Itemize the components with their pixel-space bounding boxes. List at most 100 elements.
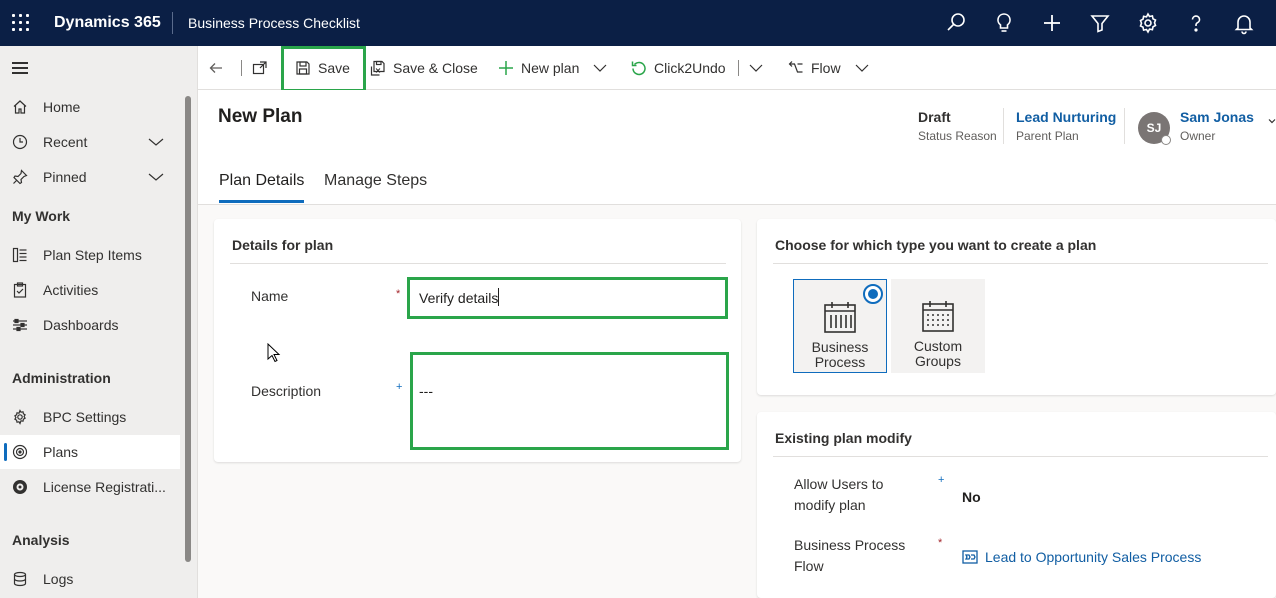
sidebar-item-recent[interactable]: Recent (0, 125, 180, 159)
active-tab-indicator (219, 200, 304, 203)
back-arrow-icon (209, 63, 222, 73)
section-title: Details for plan (232, 237, 334, 253)
selected-radio-icon[interactable] (863, 284, 883, 304)
site-map-sidebar: Home Recent Pinned My Work Plan Step Ite… (0, 46, 198, 598)
required-indicator: * (938, 537, 943, 549)
divider (738, 60, 739, 76)
sidebar-item-label: BPC Settings (43, 409, 127, 425)
sidebar-item-label: Home (43, 99, 81, 115)
new-plan-dropdown-button[interactable] (592, 56, 615, 80)
process-flow-icon (962, 549, 978, 565)
parent-plan-label: Parent Plan (1016, 129, 1079, 143)
recommended-indicator: + (396, 381, 403, 393)
sidebar-item-logs[interactable]: Logs (0, 562, 180, 596)
bell-icon[interactable] (1232, 11, 1256, 35)
chevron-down-icon (593, 64, 607, 72)
click2undo-dropdown-button[interactable] (748, 56, 771, 80)
custom-groups-option[interactable]: Custom Groups (891, 279, 985, 373)
section-title: Existing plan modify (775, 430, 912, 446)
tab-manage-steps[interactable]: Manage Steps (324, 172, 427, 190)
description-highlight-box (410, 352, 729, 450)
sidebar-item-pinned[interactable]: Pinned (0, 160, 180, 194)
sidebar-scrollbar[interactable] (185, 96, 191, 562)
clock-icon (12, 134, 28, 150)
app-launcher-icon[interactable] (12, 14, 30, 32)
allow-users-modify-value[interactable]: No (962, 489, 981, 505)
plus-icon[interactable] (1040, 11, 1064, 35)
form-header: New Plan Draft Status Reason Lead Nurtur… (198, 90, 1276, 205)
new-plan-button[interactable]: New plan (498, 56, 579, 80)
divider (773, 456, 1268, 457)
sidebar-item-dashboards[interactable]: Dashboards (0, 308, 180, 342)
header-expand-chevron-icon[interactable] (1268, 112, 1276, 124)
sidebar-item-license-registration[interactable]: License Registrati... (0, 470, 180, 504)
flow-button[interactable]: Flow (788, 56, 841, 80)
text-cursor (498, 288, 499, 306)
search-icon[interactable] (944, 11, 968, 35)
calendar-grid-icon (922, 301, 954, 332)
allow-users-modify-label: Allow Users to modify plan (794, 476, 884, 513)
plan-type-section: Choose for which type you want to create… (757, 219, 1276, 395)
save-highlight-box (281, 46, 366, 92)
sidebar-item-home[interactable]: Home (0, 90, 180, 124)
sidebar-item-plans[interactable]: Plans (0, 435, 180, 469)
flow-dropdown-button[interactable] (854, 56, 877, 80)
page-title: New Plan (218, 106, 303, 127)
parent-plan-link[interactable]: Lead Nurturing (1016, 109, 1116, 125)
top-navigation-bar: Dynamics 365 Business Process Checklist (0, 0, 1276, 46)
option-label: Custom Groups (913, 338, 963, 369)
sidebar-group-administration: Administration (12, 370, 111, 386)
gear-icon[interactable] (1136, 11, 1160, 35)
owner-link[interactable]: Sam Jonas (1180, 109, 1254, 125)
sidebar-group-analysis: Analysis (12, 532, 70, 548)
target-icon (12, 444, 28, 460)
sidebar-item-label: Pinned (43, 169, 87, 185)
gear-icon (12, 409, 28, 425)
brand-name[interactable]: Dynamics 365 (54, 14, 161, 32)
business-process-flow-link[interactable]: Lead to Opportunity Sales Process (985, 549, 1201, 565)
pin-icon (12, 169, 28, 185)
sidebar-item-bpc-settings[interactable]: BPC Settings (0, 400, 180, 434)
chevron-down-icon (855, 64, 869, 72)
sidebar-item-label: Recent (43, 134, 88, 150)
status-reason-value: Draft (918, 109, 951, 125)
undo-icon (631, 61, 646, 76)
lightbulb-icon[interactable] (992, 11, 1016, 35)
plus-icon (499, 61, 513, 75)
sidebar-item-activities[interactable]: Activities (0, 273, 180, 307)
save-and-close-button[interactable]: Save & Close (370, 56, 478, 80)
divider (1124, 108, 1125, 144)
section-title: Choose for which type you want to create… (775, 237, 1097, 253)
save-and-close-label: Save & Close (393, 60, 478, 76)
recommended-indicator: + (938, 474, 945, 486)
new-plan-label: New plan (521, 60, 580, 76)
database-icon (12, 571, 28, 587)
sidebar-item-plan-step-items[interactable]: Plan Step Items (0, 238, 180, 272)
tab-plan-details[interactable]: Plan Details (219, 172, 304, 190)
presence-status-icon (1161, 135, 1171, 145)
divider (230, 263, 726, 264)
back-button[interactable] (208, 56, 231, 80)
click2undo-button[interactable]: Click2Undo (631, 56, 726, 80)
chevron-down-icon[interactable] (148, 170, 164, 182)
home-icon (12, 99, 28, 115)
chevron-down-icon[interactable] (148, 135, 164, 147)
flow-label: Flow (811, 60, 841, 76)
option-label: Business Process (811, 339, 869, 370)
pop-out-icon (252, 61, 267, 75)
sidebar-item-label: Dashboards (43, 317, 119, 333)
divider (1003, 108, 1004, 144)
name-label: Name (251, 288, 289, 304)
app-title[interactable]: Business Process Checklist (188, 15, 360, 31)
business-process-flow-label: Business Process Flow (794, 537, 906, 574)
name-highlight-box (407, 277, 728, 319)
filter-icon[interactable] (1088, 11, 1112, 35)
open-in-new-window-button[interactable] (252, 56, 275, 80)
hamburger-menu-icon[interactable] (12, 62, 28, 74)
divider (773, 263, 1268, 264)
chevron-down-icon (749, 64, 763, 72)
divider (172, 12, 173, 34)
sidebar-group-my-work: My Work (12, 208, 71, 224)
help-icon[interactable] (1184, 11, 1208, 35)
sidebar-item-label: Logs (43, 571, 74, 587)
